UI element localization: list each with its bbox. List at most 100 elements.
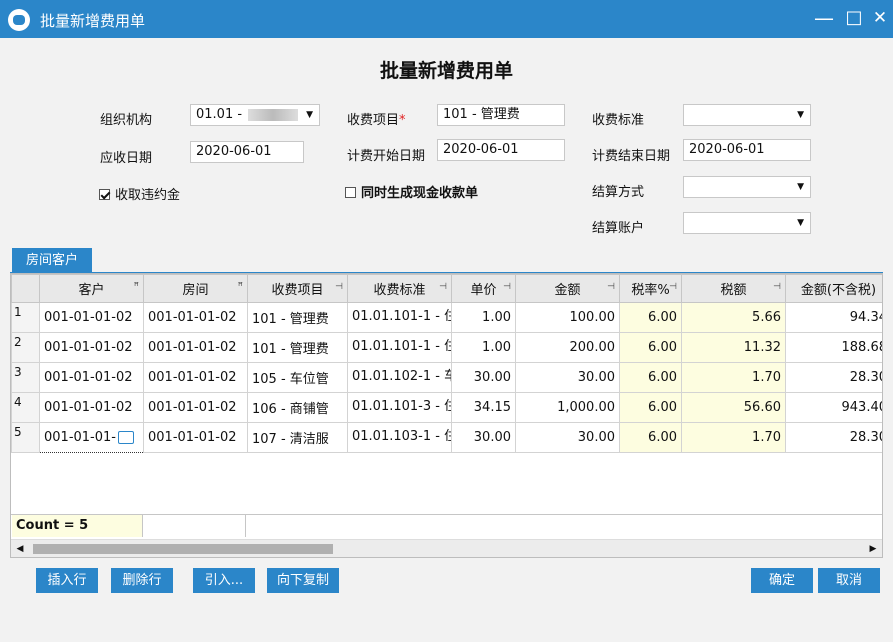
unit-price-cell[interactable]: 1.00 [451,302,516,333]
scroll-left-icon[interactable]: ◀ [13,542,27,556]
fee-standard-cell[interactable]: 01.01.101-1 - 住户管理费 [347,332,452,363]
start-date-label: 计费开始日期 [347,149,426,164]
pin-icon[interactable]: ⊣ [335,282,343,292]
penalty-checkbox[interactable]: 收取违约金 [99,184,180,203]
pin-icon[interactable]: ⊣ [439,282,447,292]
column-header[interactable]: 房间 ꟸ [143,274,248,303]
settle-account-select[interactable]: ▼ [683,212,811,234]
customer-cell[interactable]: 001-01-01-02 [39,302,144,333]
tax-amount-cell[interactable]: 1.70 [681,422,786,453]
tax-rate-cell[interactable]: 6.00 [619,302,682,333]
net-amount-cell[interactable]: 943.40 [785,392,882,423]
unit-price-cell[interactable]: 30.00 [451,422,516,453]
net-amount-cell[interactable]: 188.68 [785,332,882,363]
pin-icon[interactable]: ⊣ [503,282,511,292]
table-row[interactable]: 1 001-01-01-02 001-01-01-02 101 - 管理费 01.01.… [11,302,882,333]
settle-method-select[interactable]: ▼ [683,176,811,198]
copy-down-button[interactable]: 向下复制 [267,568,339,593]
room-cell[interactable]: 001-01-01-02 [143,302,248,333]
fee-grid: 客户 ꟸ 房间 ꟸ 收费项目 ⊣ 收费标准 ⊣ 单价 ⊣ 金额 ⊣ 税率% ⊣ 税额 ⊣ 金额(… [10,273,883,558]
tab-room-customer[interactable]: 房间客户 [12,248,92,273]
delete-row-button[interactable]: 删除行 [111,568,173,593]
fee-item-cell[interactable]: 106 - 商铺管 [247,392,348,423]
window-title: 批量新增费用单 [40,12,146,30]
fee-standard-cell[interactable]: 01.01.103-1 - 住户清洁费 [347,422,452,453]
maximize-button[interactable]: □ [842,6,866,30]
scrollbar-thumb[interactable] [33,544,333,554]
room-cell[interactable]: 001-01-01-02 [143,332,248,363]
tax-rate-cell[interactable]: 6.00 [619,332,682,363]
row-count: Count = 5 [12,515,143,537]
net-amount-cell[interactable]: 28.30 [785,362,882,393]
column-header[interactable]: 单价 ⊣ [451,274,516,303]
tax-rate-cell[interactable]: 6.00 [619,362,682,393]
column-header[interactable]: 税额 ⊣ [681,274,786,303]
tax-amount-cell[interactable]: 11.32 [681,332,786,363]
unit-price-cell[interactable]: 1.00 [451,332,516,363]
insert-row-button[interactable]: 插入行 [36,568,98,593]
customer-cell[interactable]: 001-01-01-02 [39,332,144,363]
fee-standard-select[interactable]: ▼ [683,104,811,126]
pin-icon[interactable]: ⊣ [669,282,677,292]
fee-item-cell[interactable]: 101 - 管理费 [247,302,348,333]
column-header[interactable]: 金额 ⊣ [515,274,620,303]
scroll-right-icon[interactable]: ▶ [866,542,880,556]
due-date-input[interactable]: 2020-06-01 [190,141,304,163]
column-header[interactable]: 收费标准 ⊣ [347,274,452,303]
end-date-input[interactable]: 2020-06-01 [683,139,811,161]
column-header[interactable]: 收费项目 ⊣ [247,274,348,303]
net-amount-cell[interactable]: 28.30 [785,422,882,453]
tax-amount-cell[interactable]: 56.60 [681,392,786,423]
org-select[interactable]: 01.01 - ▼ [190,104,320,126]
horizontal-scrollbar[interactable]: ◀ ▶ [11,539,882,557]
room-cell[interactable]: 001-01-01-02 [143,422,248,453]
tax-amount-cell[interactable]: 5.66 [681,302,786,333]
table-row[interactable]: 5 001-01-01- 001-01-01-02 107 - 清洁服 01.01.10… [11,422,882,453]
amount-cell[interactable]: 1,000.00 [515,392,620,423]
pin-icon[interactable]: ⊣ [773,282,781,292]
tax-amount-cell[interactable]: 1.70 [681,362,786,393]
minimize-button[interactable]: — [812,6,836,30]
table-row[interactable]: 3 001-01-01-02 001-01-01-02 105 - 车位管 01.01.… [11,362,882,393]
pin-icon[interactable]: ꟸ [238,282,243,292]
folder-icon[interactable] [117,431,134,444]
room-cell[interactable]: 001-01-01-02 [143,362,248,393]
fee-standard-cell[interactable]: 01.01.101-1 - 住户管理费 [347,302,452,333]
pin-icon[interactable]: ꟸ [134,282,139,292]
close-button[interactable]: ✕ [868,6,892,30]
tax-rate-cell[interactable]: 6.00 [619,422,682,453]
amount-cell[interactable]: 200.00 [515,332,620,363]
settle-account-label: 结算账户 [592,221,645,236]
net-amount-cell[interactable]: 94.34 [785,302,882,333]
amount-cell[interactable]: 30.00 [515,362,620,393]
org-redacted [248,108,299,121]
fee-item-cell[interactable]: 105 - 车位管 [247,362,348,393]
customer-cell[interactable]: 001-01-01- [39,422,144,453]
column-header[interactable]: 客户 ꟸ [39,274,144,303]
import-button[interactable]: 引入... [193,568,255,593]
ok-button[interactable]: 确定 [751,568,813,593]
room-cell[interactable]: 001-01-01-02 [143,392,248,423]
table-row[interactable]: 2 001-01-01-02 001-01-01-02 101 - 管理费 01.01.… [11,332,882,363]
column-header[interactable]: 税率% ⊣ [619,274,682,303]
fee-item-cell[interactable]: 107 - 清洁服 [247,422,348,453]
fee-standard-cell[interactable]: 01.01.102-1 - 车位管理费 [347,362,452,393]
table-row[interactable]: 4 001-01-01-02 001-01-01-02 106 - 商铺管 01.01.… [11,392,882,423]
fee-standard-cell[interactable]: 01.01.101-3 - 住户管理费 [347,392,452,423]
fee-item-input[interactable]: 101 - 管理费 [437,104,565,126]
cash-receipt-checkbox[interactable]: 同时生成现金收款单 [345,182,478,201]
customer-cell[interactable]: 001-01-01-02 [39,392,144,423]
row-number: 2 [11,332,40,363]
fee-item-cell[interactable]: 101 - 管理费 [247,332,348,363]
unit-price-cell[interactable]: 30.00 [451,362,516,393]
cancel-button[interactable]: 取消 [818,568,880,593]
column-header[interactable]: 金额(不含税) [785,274,882,303]
start-date-input[interactable]: 2020-06-01 [437,139,565,161]
unit-price-cell[interactable]: 34.15 [451,392,516,423]
end-date-label: 计费结束日期 [592,149,671,164]
amount-cell[interactable]: 100.00 [515,302,620,333]
pin-icon[interactable]: ⊣ [607,282,615,292]
amount-cell[interactable]: 30.00 [515,422,620,453]
tax-rate-cell[interactable]: 6.00 [619,392,682,423]
customer-cell[interactable]: 001-01-01-02 [39,362,144,393]
